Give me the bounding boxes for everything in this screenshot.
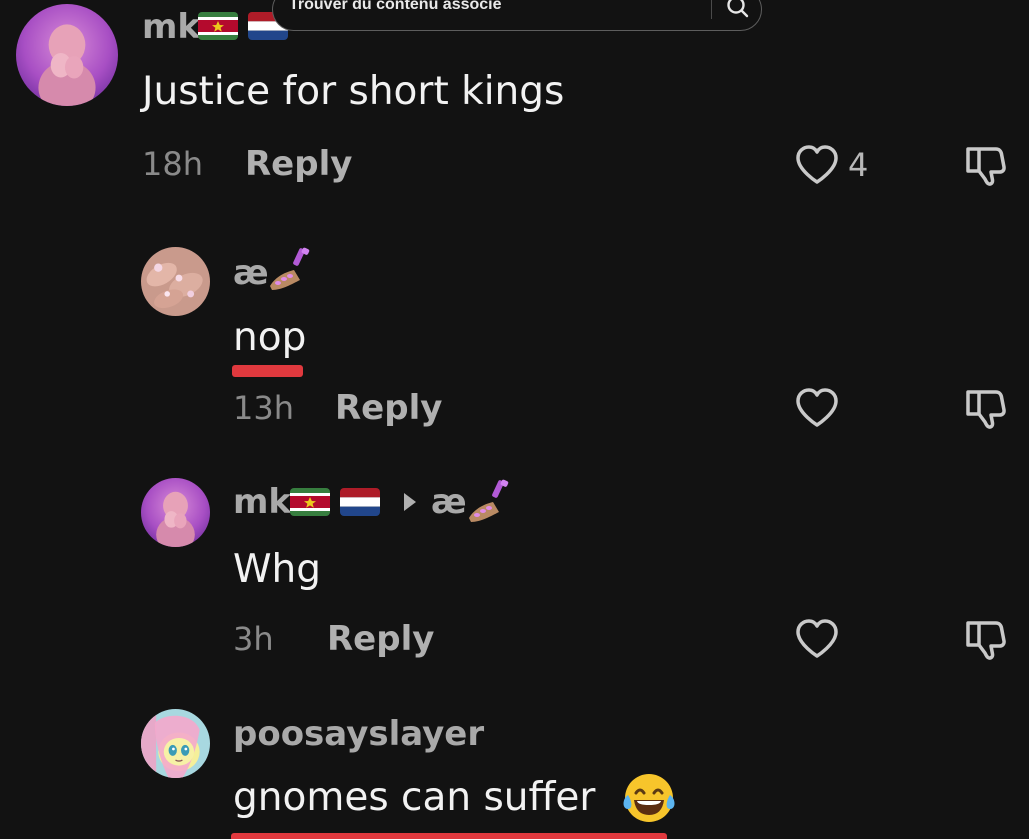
heart-icon[interactable] — [793, 384, 841, 432]
search-icon[interactable] — [723, 0, 753, 23]
comments-panel: mk Justice for short kings 18h Reply 4 æ… — [0, 0, 1029, 839]
dislike-icon[interactable] — [962, 615, 1010, 663]
avatar-ae[interactable] — [141, 247, 210, 316]
dislike-icon[interactable] — [962, 384, 1010, 432]
avatar-mk[interactable] — [141, 478, 210, 547]
comment-username[interactable]: poosayslayer — [233, 717, 484, 751]
comment-timestamp: 18h — [142, 145, 203, 183]
highlight-underline — [232, 365, 303, 377]
search-input[interactable] — [289, 0, 709, 19]
comment-timestamp: 13h — [233, 389, 294, 427]
comment-username[interactable]: mk — [142, 10, 200, 44]
comment-text: gnomes can suffer — [233, 775, 596, 820]
reply-button[interactable]: Reply — [245, 147, 352, 181]
comment-timestamp: 3h — [233, 620, 274, 658]
netherlands-flag-icon — [340, 488, 380, 516]
search-divider — [711, 0, 712, 19]
like-count: 4 — [848, 146, 869, 184]
suriname-flag-icon — [198, 12, 238, 40]
heart-icon[interactable] — [793, 615, 841, 663]
comment-username[interactable]: mk — [233, 485, 291, 519]
highlight-underline — [231, 833, 667, 839]
comment-text: nop — [233, 315, 307, 360]
comment-text: Justice for short kings — [142, 69, 565, 114]
search-bar — [272, 0, 762, 31]
reply-arrow-icon — [404, 493, 416, 511]
nail-polish-emoji — [266, 246, 312, 292]
heart-icon[interactable] — [793, 141, 841, 189]
nail-polish-emoji — [465, 478, 511, 524]
dislike-icon[interactable] — [962, 141, 1010, 189]
comment-username[interactable]: æ — [233, 256, 269, 290]
avatar-mk[interactable] — [16, 4, 118, 106]
avatar-poosayslayer[interactable] — [141, 709, 210, 778]
reply-to-username[interactable]: æ — [431, 485, 467, 519]
reply-button[interactable]: Reply — [335, 391, 442, 425]
comment-text: Whg — [233, 547, 322, 592]
suriname-flag-icon — [290, 488, 330, 516]
laughing-tears-emoji — [622, 771, 676, 825]
reply-button[interactable]: Reply — [327, 622, 434, 656]
